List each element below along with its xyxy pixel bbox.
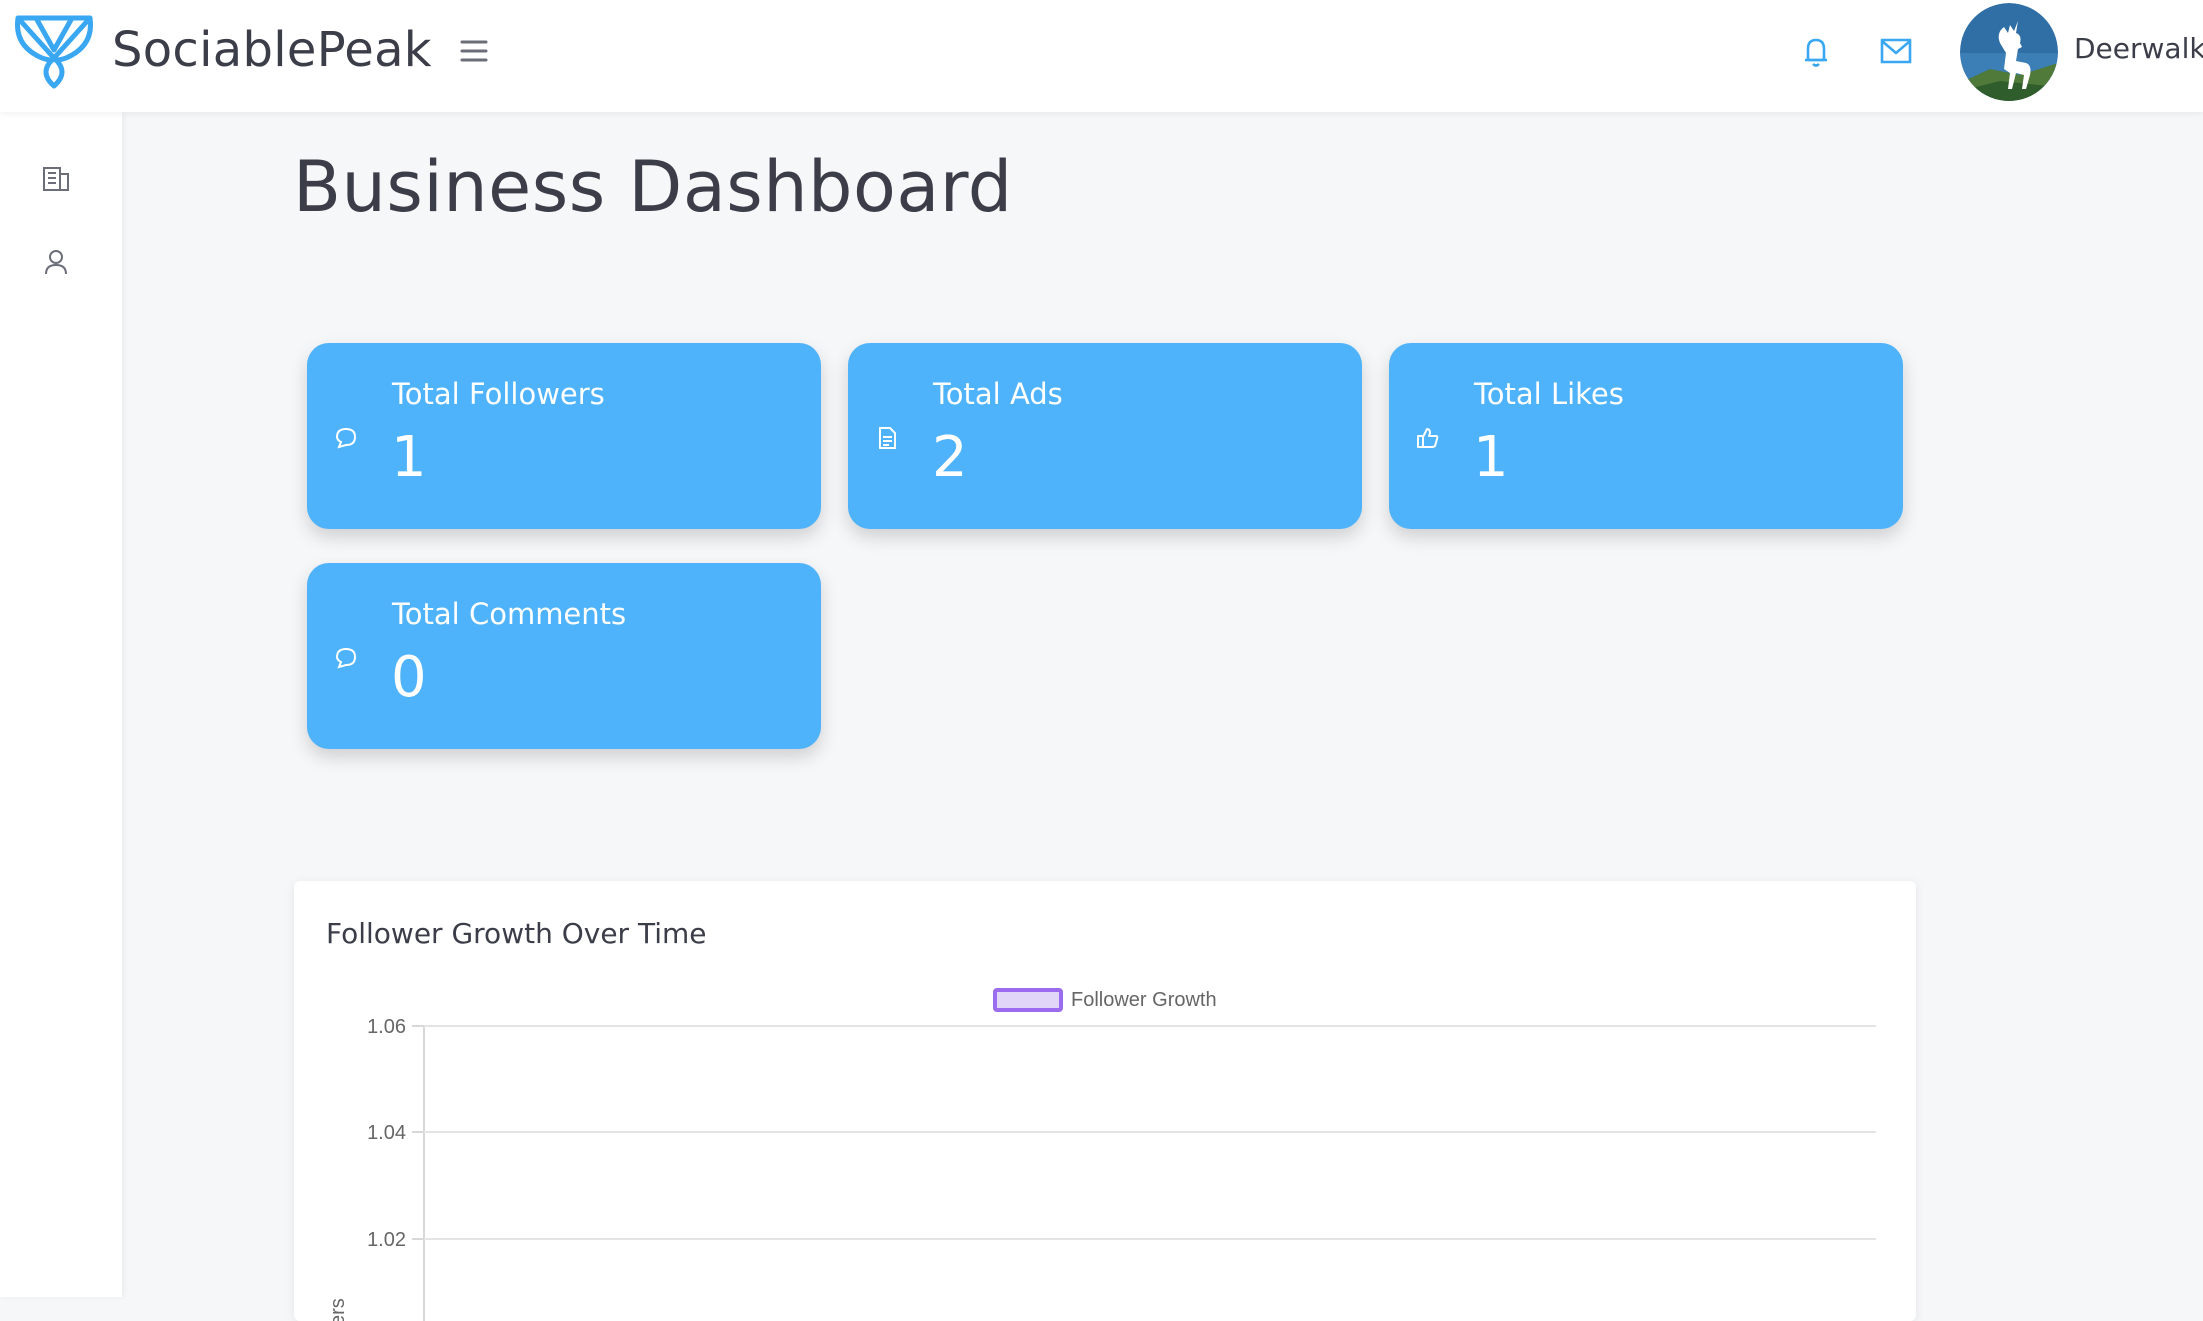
stat-label: Total Ads [933, 377, 1063, 411]
stat-card-followers[interactable]: Total Followers 1 [307, 343, 821, 529]
thumbs-up-icon [1417, 428, 1439, 448]
stat-card-comments[interactable]: Total Comments 0 [307, 563, 821, 749]
chat-bubble-icon [335, 647, 357, 669]
top-bar: SociablePeak Deerwalk [0, 0, 2203, 112]
stat-label: Total Followers [392, 377, 605, 411]
stat-label: Total Likes [1474, 377, 1624, 411]
stat-label: Total Comments [392, 597, 627, 631]
y-tick-label: 1.06 [367, 1016, 406, 1038]
y-axis-label: Followers [327, 1298, 349, 1321]
mail-icon[interactable] [1879, 36, 1913, 66]
chart-canvas: Follower Growth 1.06 1.04 1.02 Followers [327, 988, 1876, 1321]
legend-label[interactable]: Follower Growth [1071, 989, 1217, 1011]
stat-value: 0 [391, 645, 427, 710]
brand-logo[interactable] [12, 10, 96, 90]
user-icon[interactable] [40, 246, 72, 278]
stat-value: 2 [932, 425, 968, 490]
follower-growth-chart-card: Follower Growth Over Time Follower Growt… [294, 881, 1916, 1321]
sidebar [0, 112, 122, 1297]
brand-name[interactable]: SociablePeak [112, 22, 432, 78]
y-tick-label: 1.02 [367, 1229, 406, 1251]
user-name[interactable]: Deerwalk [2074, 32, 2203, 65]
chat-bubble-icon [335, 427, 357, 449]
hamburger-icon[interactable] [458, 36, 490, 66]
legend-swatch[interactable] [993, 988, 1063, 1012]
building-icon[interactable] [40, 162, 72, 194]
y-tick-label: 1.04 [367, 1122, 406, 1144]
avatar[interactable] [1960, 3, 2058, 101]
stat-card-ads[interactable]: Total Ads 2 [848, 343, 1362, 529]
stat-value: 1 [1473, 425, 1509, 490]
stat-value: 1 [391, 425, 427, 490]
page-title: Business Dashboard [293, 146, 1013, 228]
document-icon [879, 427, 896, 449]
stat-card-likes[interactable]: Total Likes 1 [1389, 343, 1903, 529]
bell-icon[interactable] [1800, 34, 1832, 70]
